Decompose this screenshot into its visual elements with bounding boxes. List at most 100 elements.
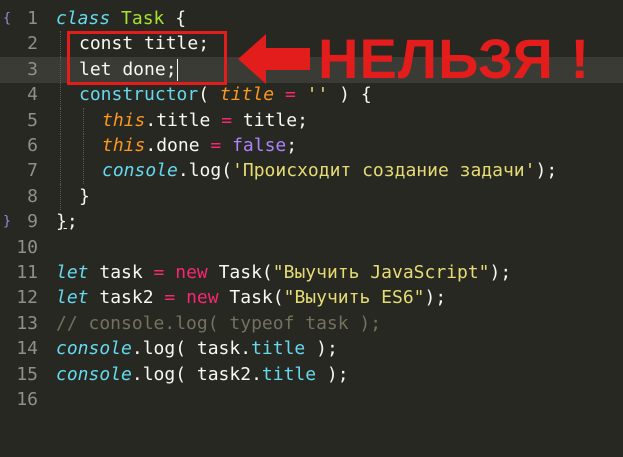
code-text[interactable]: let task = new Task("Выучить JavaScript"… [56,260,511,286]
code-token: = [221,109,233,131]
line-number: 14 [16,338,38,360]
indent-guide [83,133,84,159]
line-number: 3 [27,58,38,80]
code-line[interactable]: 15 console.log( task2.title ); [0,362,623,388]
line-number: 5 [27,109,38,131]
line-number: 8 [27,185,38,207]
line-number: 15 [16,363,38,385]
code-token: 'Происходит создание задачи' [232,160,536,182]
code-token: { [164,8,187,29]
code-token: .log( [177,160,233,182]
code-token: "Выучить ES6" [283,287,425,309]
code-token: Task( [218,287,284,309]
code-token: let [56,287,89,309]
code-token: ); [535,160,558,182]
indent-guide [83,158,84,185]
line-number: 10 [16,236,38,258]
code-token: constructor [79,84,199,106]
code-token: new [175,262,208,283]
line-number: 12 [16,287,38,309]
fold-marker-icon[interactable]: { [2,6,12,32]
code-text[interactable]: }; [56,209,78,235]
line-number: 13 [16,312,38,334]
indent-guide [60,133,61,159]
line-number: 9 [27,211,38,233]
code-token: .log( task2. [131,363,262,385]
code-text[interactable]: console.log( task2.title ); [56,362,349,388]
line-number: 7 [27,160,38,182]
code-token: "Выучить JavaScript" [272,262,490,283]
line-number: 4 [27,84,38,106]
line-number: 11 [16,262,38,283]
code-token: ); [316,363,349,385]
code-token: = [153,262,165,283]
code-token: console [56,338,132,360]
code-token: ( [198,84,220,106]
code-token: title [251,338,306,360]
code-token: Task( [207,262,273,283]
code-line[interactable]: 12 let task2 = new Task("Выучить ES6"); [0,285,623,311]
line-number: 16 [16,389,38,410]
code-token: ); [489,262,512,283]
code-token: let [56,262,89,283]
code-token: ; [66,211,78,233]
code-line[interactable]: 7 console.log('Происходит создание задачи… [0,158,623,185]
code-text[interactable]: class Task { [56,6,186,32]
indent-guide [60,31,61,58]
code-line[interactable]: 8} [0,183,623,210]
code-token: task2 [88,287,165,309]
code-token: false [232,135,287,156]
code-line[interactable]: 11 let task = new Task("Выучить JavaScrip… [0,260,623,286]
code-token: .done [145,135,211,156]
code-token: this [102,135,146,156]
code-token: .log( task. [131,338,252,360]
code-line[interactable]: 6 this.done = false; [0,133,623,159]
code-text[interactable]: this.title = title; [102,108,308,134]
code-line[interactable]: 13 // console.log( typeof task ); [0,311,623,337]
indent-guide [60,183,61,210]
code-token: title; [232,109,308,131]
code-token: ); [424,287,447,309]
code-token: } [79,185,90,207]
fold-marker-icon[interactable]: } [2,209,12,235]
arrow-left-icon [238,34,310,84]
indent-guide [60,56,61,83]
code-token: ); [305,338,338,360]
highlight-box [67,31,227,85]
code-token: new [186,287,219,309]
annotation-text: НЕЛЬЗЯ ! [318,27,591,90]
code-token: console [102,160,178,182]
code-token: = [164,287,176,309]
code-token: task [88,262,154,283]
code-token: .title [145,109,222,131]
code-token: // console.log( typeof task ); [56,312,382,334]
code-line[interactable]: 16 [0,387,623,413]
code-token: console [56,363,132,385]
code-text[interactable]: this.done = false; [102,133,297,159]
code-token: } [56,211,67,233]
line-number: 2 [27,33,38,55]
code-line[interactable]: 5 this.title = title; [0,107,623,134]
indent-guide [60,158,61,185]
code-line[interactable]: 10 [0,235,623,261]
code-text[interactable]: let task2 = new Task("Выучить ES6"); [56,285,446,311]
code-line[interactable]: } 9}; [0,209,623,235]
code-text[interactable]: // console.log( typeof task ); [56,311,381,337]
code-token: title [261,363,317,385]
code-text[interactable]: } [79,184,90,210]
line-number: 1 [27,8,38,29]
code-token: class [56,8,111,29]
code-token: ; [286,135,298,156]
code-token: Task [121,8,165,29]
code-text[interactable]: console.log('Происходит создание задачи'… [102,158,557,184]
line-number: 6 [27,135,38,156]
indent-guide [60,82,61,109]
code-line[interactable]: 14 console.log( task.title ); [0,336,623,362]
indent-guide [60,107,61,134]
code-text[interactable]: console.log( task.title ); [56,336,338,362]
code-token: this [102,109,146,131]
